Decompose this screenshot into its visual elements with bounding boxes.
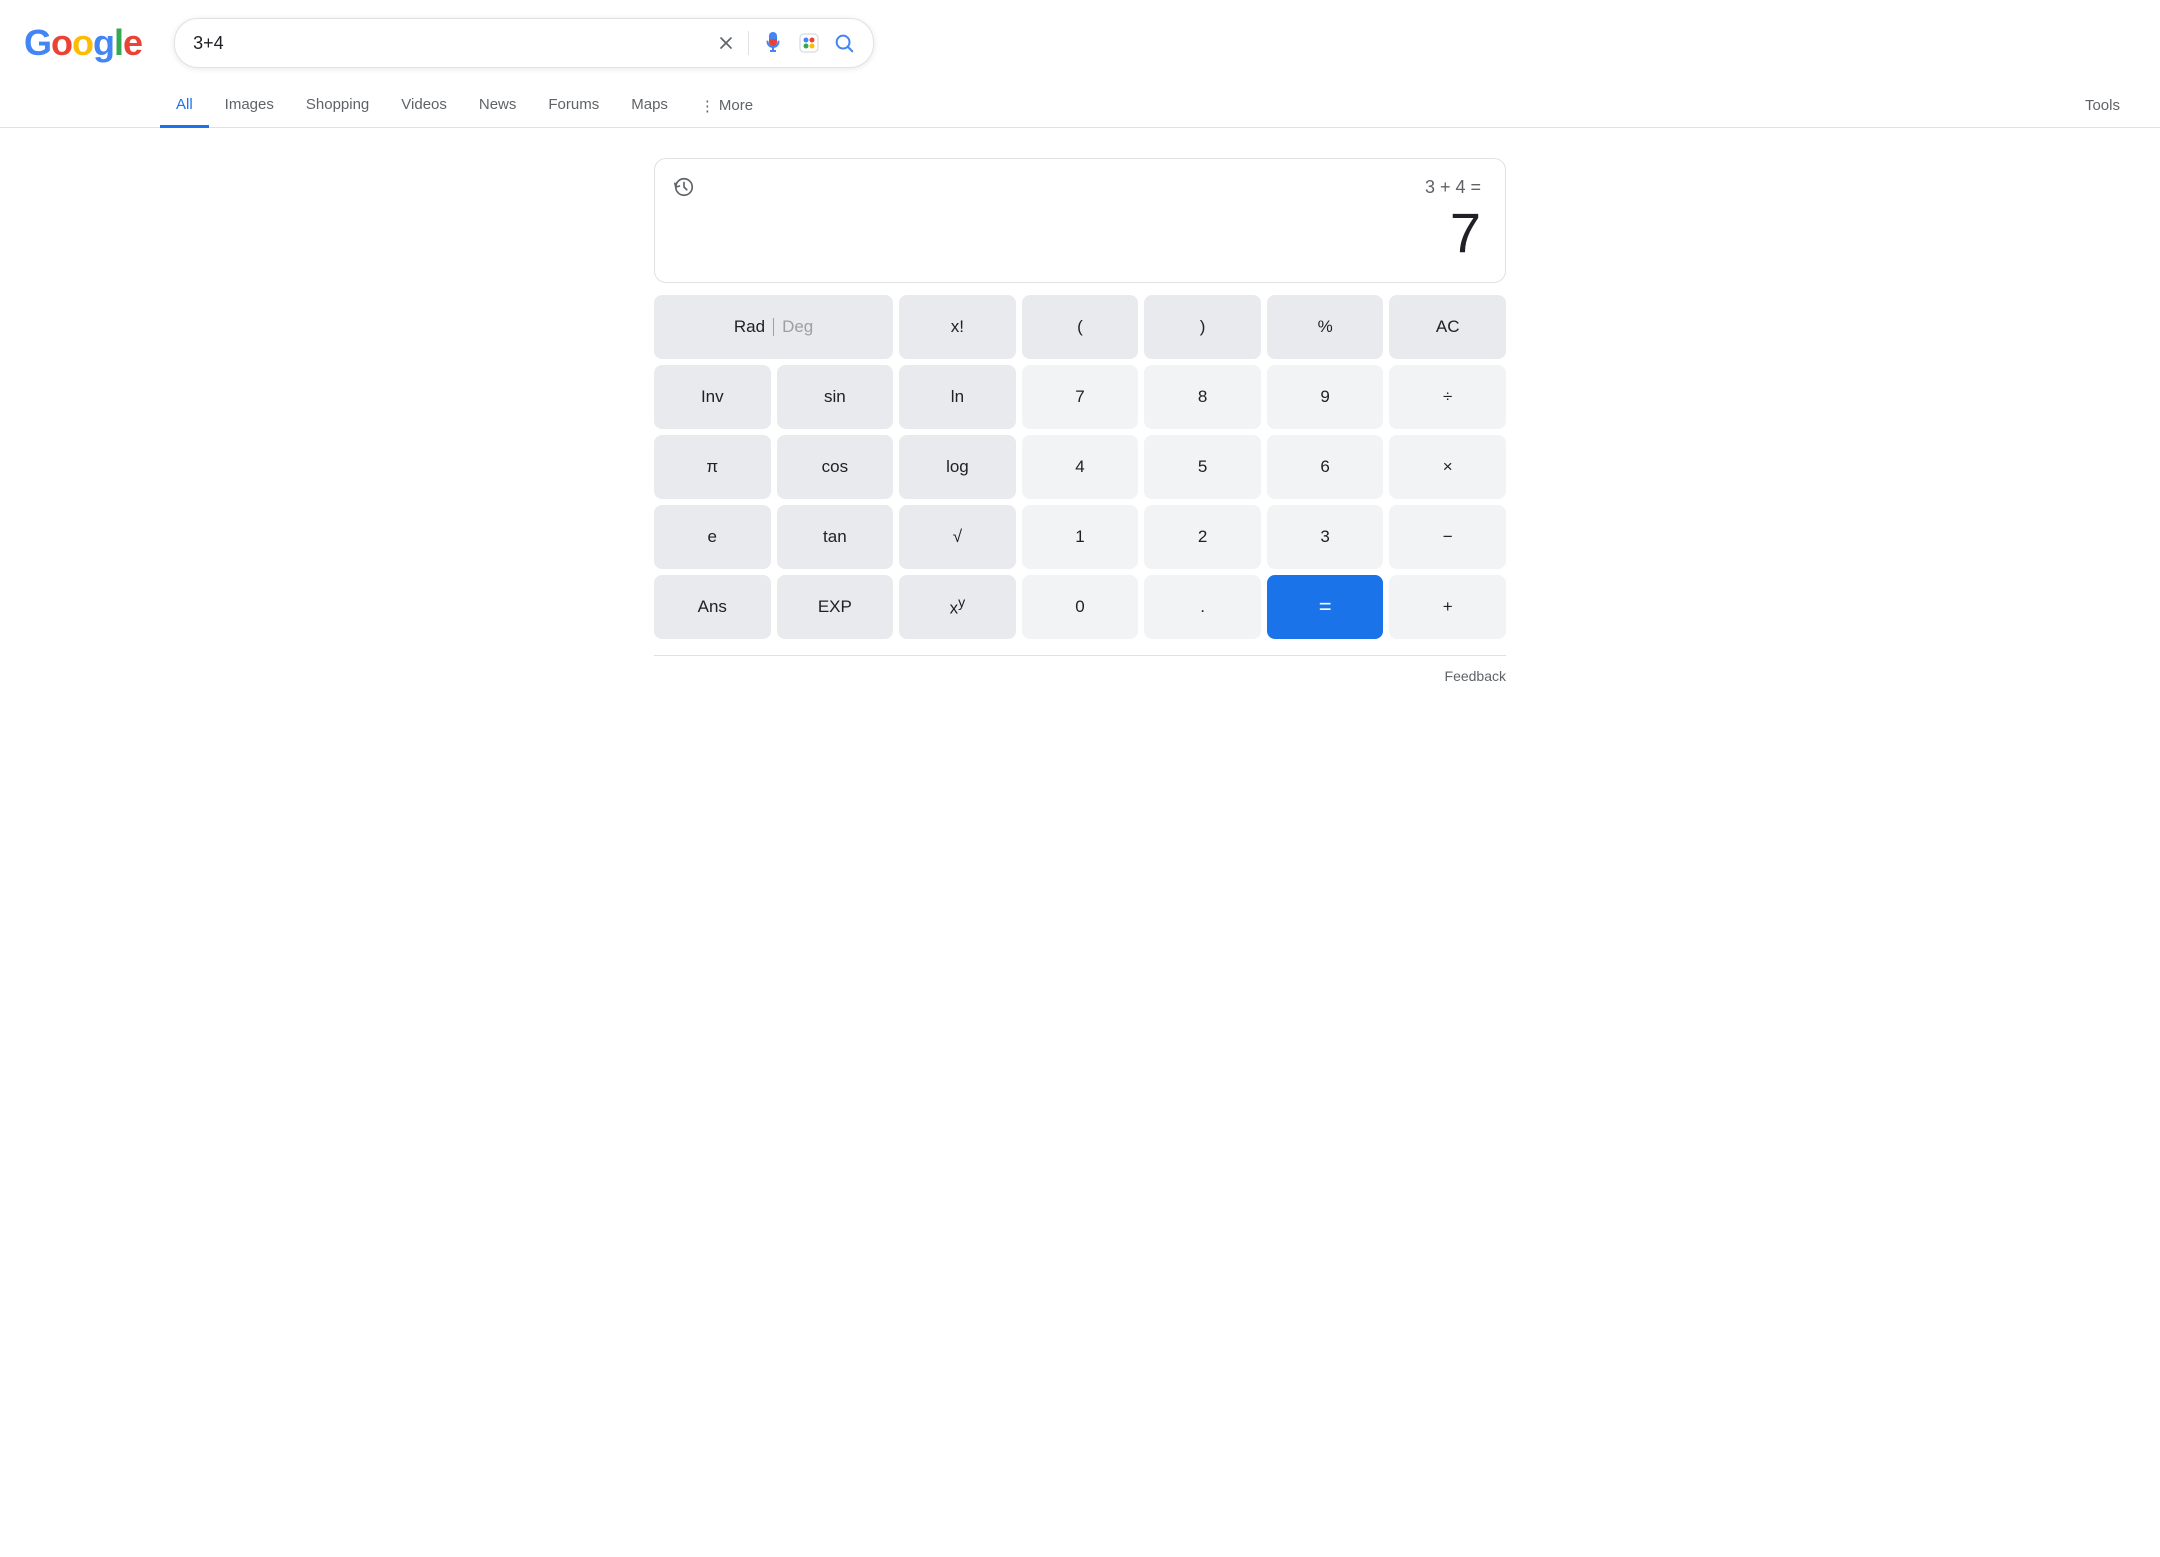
- feedback-link[interactable]: Feedback: [1445, 668, 1506, 684]
- zero-button[interactable]: 0: [1022, 575, 1139, 639]
- history-icon[interactable]: [673, 175, 695, 198]
- nav-tabs: All Images Shopping Videos News Forums M…: [0, 76, 2160, 128]
- tab-videos[interactable]: Videos: [385, 84, 463, 128]
- search-icons: [716, 31, 855, 55]
- e-button[interactable]: e: [654, 505, 771, 569]
- tab-all[interactable]: All: [160, 84, 209, 128]
- calculator: 3 + 4 = 7 Rad Deg x! ( ) % AC Inv sin ln…: [630, 158, 1530, 684]
- more-menu[interactable]: ⋮ More: [684, 85, 769, 127]
- lens-button[interactable]: [797, 31, 821, 55]
- three-button[interactable]: 3: [1267, 505, 1384, 569]
- ac-button[interactable]: AC: [1389, 295, 1506, 359]
- decimal-button[interactable]: .: [1144, 575, 1261, 639]
- divider: [748, 31, 749, 55]
- four-button[interactable]: 4: [1022, 435, 1139, 499]
- open-paren-button[interactable]: (: [1022, 295, 1139, 359]
- tools-button[interactable]: Tools: [2069, 85, 2136, 126]
- sin-button[interactable]: sin: [777, 365, 894, 429]
- more-label: More: [719, 97, 753, 114]
- rad-label: Rad: [734, 317, 765, 337]
- google-logo: Google: [24, 22, 142, 64]
- deg-label: Deg: [782, 317, 813, 337]
- cos-button[interactable]: cos: [777, 435, 894, 499]
- equals-button[interactable]: =: [1267, 575, 1384, 639]
- multiply-button[interactable]: ×: [1389, 435, 1506, 499]
- calc-expression: 3 + 4 =: [679, 177, 1481, 198]
- ans-button[interactable]: Ans: [654, 575, 771, 639]
- one-button[interactable]: 1: [1022, 505, 1139, 569]
- factorial-button[interactable]: x!: [899, 295, 1016, 359]
- sqrt-button[interactable]: √: [899, 505, 1016, 569]
- exp-button[interactable]: EXP: [777, 575, 894, 639]
- search-bar: [174, 18, 874, 68]
- tab-news[interactable]: News: [463, 84, 533, 128]
- tab-maps[interactable]: Maps: [615, 84, 684, 128]
- rad-deg-button[interactable]: Rad Deg: [654, 295, 893, 359]
- tab-forums[interactable]: Forums: [532, 84, 615, 128]
- search-button[interactable]: [833, 32, 855, 54]
- rad-deg-divider: [773, 318, 774, 336]
- six-button[interactable]: 6: [1267, 435, 1384, 499]
- more-dots-icon: ⋮: [700, 97, 715, 115]
- clear-button[interactable]: [716, 33, 736, 53]
- subtract-button[interactable]: −: [1389, 505, 1506, 569]
- seven-button[interactable]: 7: [1022, 365, 1139, 429]
- close-paren-button[interactable]: ): [1144, 295, 1261, 359]
- two-button[interactable]: 2: [1144, 505, 1261, 569]
- inv-button[interactable]: Inv: [654, 365, 771, 429]
- ln-button[interactable]: ln: [899, 365, 1016, 429]
- header: Google: [0, 0, 2160, 68]
- search-input[interactable]: [193, 33, 706, 54]
- eight-button[interactable]: 8: [1144, 365, 1261, 429]
- five-button[interactable]: 5: [1144, 435, 1261, 499]
- mic-button[interactable]: [761, 31, 785, 55]
- nine-button[interactable]: 9: [1267, 365, 1384, 429]
- feedback-row: Feedback: [654, 655, 1506, 684]
- tab-images[interactable]: Images: [209, 84, 290, 128]
- tab-shopping[interactable]: Shopping: [290, 84, 385, 128]
- calc-buttons: Rad Deg x! ( ) % AC Inv sin ln 7 8 9 ÷ π…: [654, 295, 1506, 639]
- tan-button[interactable]: tan: [777, 505, 894, 569]
- percent-button[interactable]: %: [1267, 295, 1384, 359]
- calc-display: 3 + 4 = 7: [654, 158, 1506, 283]
- log-button[interactable]: log: [899, 435, 1016, 499]
- add-button[interactable]: +: [1389, 575, 1506, 639]
- power-button[interactable]: xy: [899, 575, 1016, 639]
- calc-result: 7: [679, 202, 1481, 264]
- pi-button[interactable]: π: [654, 435, 771, 499]
- divide-button[interactable]: ÷: [1389, 365, 1506, 429]
